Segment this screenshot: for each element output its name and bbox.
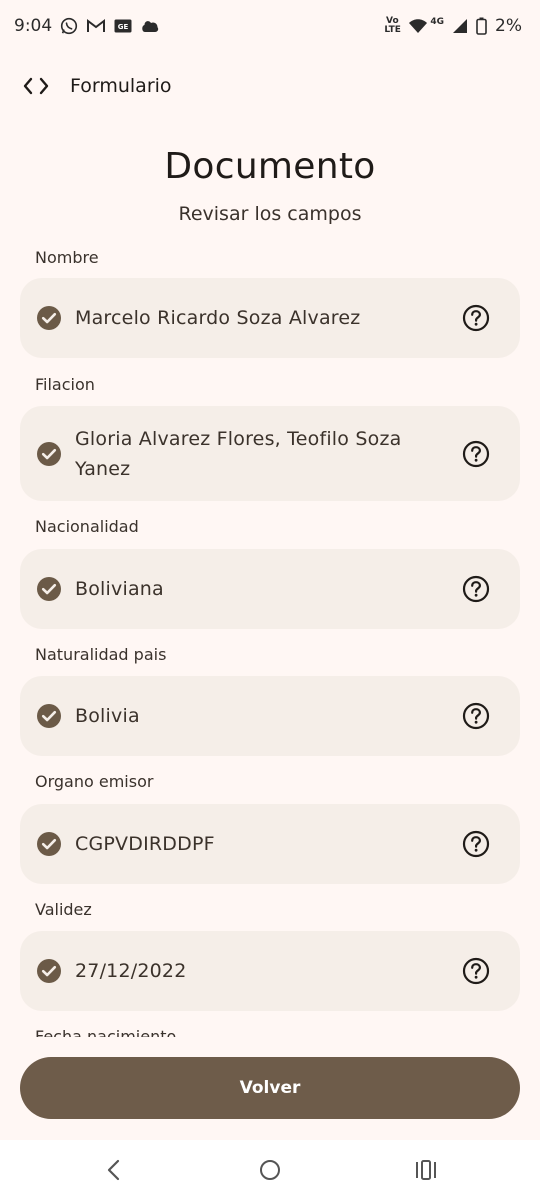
status-time: 9:04 xyxy=(14,16,53,36)
volver-button[interactable]: Volver xyxy=(20,1057,520,1119)
field-label: Filacion xyxy=(35,375,95,394)
check-circle-icon xyxy=(37,704,61,728)
status-right: Vo LTE 4G 2% xyxy=(384,16,522,36)
gmail-icon xyxy=(86,18,106,34)
field-card[interactable]: Boliviana xyxy=(20,549,520,629)
check-circle-icon xyxy=(37,306,61,330)
field-label: Nombre xyxy=(35,248,99,267)
battery-percent: 2% xyxy=(495,16,522,36)
cloud-icon xyxy=(140,19,160,33)
signal-icon xyxy=(452,18,468,34)
ge-icon: GE xyxy=(114,19,132,33)
svg-text:GE: GE xyxy=(118,23,129,31)
help-icon[interactable] xyxy=(462,304,490,332)
nav-recents-icon[interactable] xyxy=(412,1156,440,1184)
page-title: Documento xyxy=(164,146,376,187)
status-bar: 9:04 GE Vo LTE 4G 2% xyxy=(0,0,540,52)
help-icon[interactable] xyxy=(462,830,490,858)
field-label: Organo emisor xyxy=(35,772,154,791)
volte-icon: Vo LTE xyxy=(384,16,401,35)
app-bar: Formulario xyxy=(0,62,540,110)
status-left: 9:04 GE xyxy=(14,16,160,36)
field-label: Validez xyxy=(35,900,92,919)
system-nav-bar xyxy=(0,1140,540,1200)
field-card[interactable]: 27/12/2022 xyxy=(20,931,520,1011)
fields-list[interactable]: Nombre Marcelo Ricardo Soza Alvarez Fila… xyxy=(0,240,540,1037)
field-value: Bolivia xyxy=(75,705,140,727)
field-label: Nacionalidad xyxy=(35,517,139,536)
field-value: CGPVDIRDDPF xyxy=(75,833,215,855)
field-card[interactable]: CGPVDIRDDPF xyxy=(20,804,520,884)
app-bar-title: Formulario xyxy=(70,75,172,97)
field-label: Naturalidad pais xyxy=(35,645,167,664)
page-subtitle: Revisar los campos xyxy=(178,203,362,225)
field-value: Gloria Alvarez Flores, Teofilo Soza Yane… xyxy=(75,427,402,480)
help-icon[interactable] xyxy=(462,575,490,603)
field-card[interactable]: Bolivia xyxy=(20,676,520,756)
wifi-icon: 4G xyxy=(408,16,445,34)
help-icon[interactable] xyxy=(462,957,490,985)
nav-back-icon[interactable] xyxy=(100,1156,128,1184)
check-circle-icon xyxy=(37,832,61,856)
check-circle-icon xyxy=(37,959,61,983)
network-4g-label: 4G xyxy=(430,16,445,27)
battery-icon xyxy=(476,17,487,35)
help-icon[interactable] xyxy=(462,702,490,730)
field-value: Marcelo Ricardo Soza Alvarez xyxy=(75,307,361,329)
field-card[interactable]: Marcelo Ricardo Soza Alvarez xyxy=(20,278,520,358)
field-card[interactable]: Gloria Alvarez Flores, Teofilo Soza Yane… xyxy=(20,406,520,501)
help-icon[interactable] xyxy=(462,440,490,468)
field-value: 27/12/2022 xyxy=(75,960,187,982)
nav-home-icon[interactable] xyxy=(256,1156,284,1184)
whatsapp-icon xyxy=(60,17,78,35)
field-value: Boliviana xyxy=(75,578,164,600)
code-icon[interactable] xyxy=(20,74,52,98)
check-circle-icon xyxy=(37,577,61,601)
field-label: Fecha nacimiento xyxy=(35,1027,177,1037)
check-circle-icon xyxy=(37,441,61,466)
